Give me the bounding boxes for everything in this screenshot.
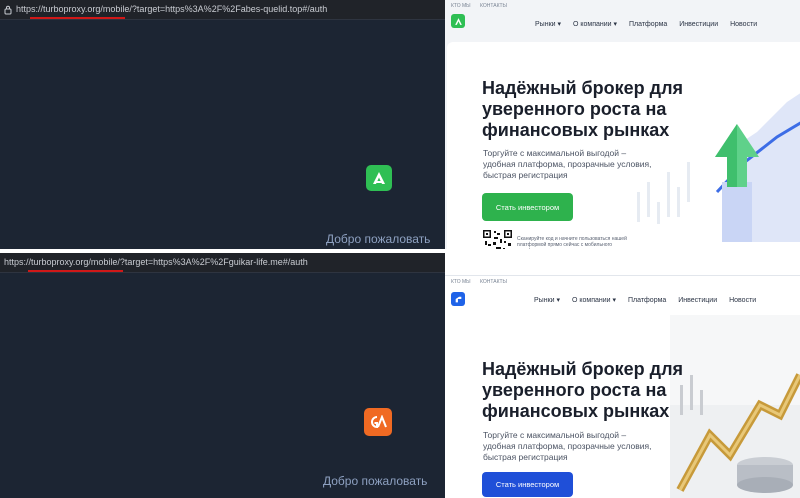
- url-text[interactable]: https://turboproxy.org/mobile/?target=ht…: [4, 257, 308, 267]
- link-who-we-are[interactable]: КТО МЫ: [451, 279, 471, 285]
- site-logo-icon[interactable]: [451, 14, 465, 28]
- url-text[interactable]: https://turboproxy.org/mobile/?target=ht…: [16, 4, 327, 14]
- broker-site-bottom: КТО МЫ КОНТАКТЫ Рынки ▾ О компании ▾ Пла…: [445, 275, 800, 498]
- green-a-logo-icon: [366, 165, 392, 191]
- become-investor-button[interactable]: Стать инвестором: [482, 472, 573, 497]
- top-links: КТО МЫ КОНТАКТЫ: [451, 279, 515, 285]
- link-contacts[interactable]: КОНТАКТЫ: [480, 279, 507, 285]
- qr-caption: Сканируйте код и начните пользоваться на…: [517, 236, 627, 249]
- link-contacts[interactable]: КОНТАКТЫ: [480, 3, 507, 9]
- orange-ga-logo-icon: [364, 408, 392, 436]
- dark-auth-panel-top: https://turboproxy.org/mobile/?target=ht…: [0, 0, 445, 249]
- welcome-text: Добро пожаловать: [323, 474, 428, 488]
- main-nav: Рынки ▾ О компании ▾ Платформа Инвестици…: [535, 20, 767, 28]
- nav-platform[interactable]: Платформа: [629, 21, 667, 28]
- site-logo-icon[interactable]: [451, 292, 465, 306]
- nav-news[interactable]: Новости: [730, 21, 757, 28]
- lock-icon: [4, 5, 12, 15]
- nav-platform[interactable]: Платформа: [628, 297, 666, 304]
- url-highlight-underline: [28, 270, 123, 272]
- nav-investments[interactable]: Инвестиции: [679, 21, 718, 28]
- address-bar[interactable]: https://turboproxy.org/mobile/?target=ht…: [0, 253, 445, 273]
- nav-about[interactable]: О компании ▾: [572, 297, 616, 304]
- qr-code[interactable]: [482, 229, 513, 249]
- link-who-we-are[interactable]: КТО МЫ: [451, 3, 471, 9]
- url-highlight-underline: [30, 17, 125, 19]
- hero-title: Надёжный брокер для уверенного роста на …: [482, 78, 684, 140]
- nav-investments[interactable]: Инвестиции: [678, 297, 717, 304]
- welcome-text: Добро пожаловать: [326, 232, 431, 246]
- nav-about[interactable]: О компании ▾: [573, 21, 617, 28]
- dark-auth-panel-bottom: https://turboproxy.org/mobile/?target=ht…: [0, 253, 445, 498]
- address-bar[interactable]: https://turboproxy.org/mobile/?target=ht…: [0, 0, 445, 20]
- hero-title: Надёжный брокер для уверенного роста на …: [482, 359, 684, 421]
- become-investor-button[interactable]: Стать инвестором: [482, 193, 573, 221]
- nav-news[interactable]: Новости: [729, 297, 756, 304]
- main-nav: Рынки ▾ О компании ▾ Платформа Инвестици…: [534, 296, 766, 304]
- nav-markets[interactable]: Рынки ▾: [535, 21, 561, 28]
- top-links: КТО МЫ КОНТАКТЫ: [451, 3, 515, 9]
- hero-subtitle: Торгуйте с максимальной выгодой – удобна…: [483, 430, 652, 462]
- hero-subtitle: Торгуйте с максимальной выгодой – удобна…: [483, 148, 652, 180]
- nav-markets[interactable]: Рынки ▾: [534, 297, 560, 304]
- header-divider: [445, 275, 800, 276]
- broker-site-top: КТО МЫ КОНТАКТЫ Рынки ▾ О компании ▾ Пла…: [445, 0, 800, 249]
